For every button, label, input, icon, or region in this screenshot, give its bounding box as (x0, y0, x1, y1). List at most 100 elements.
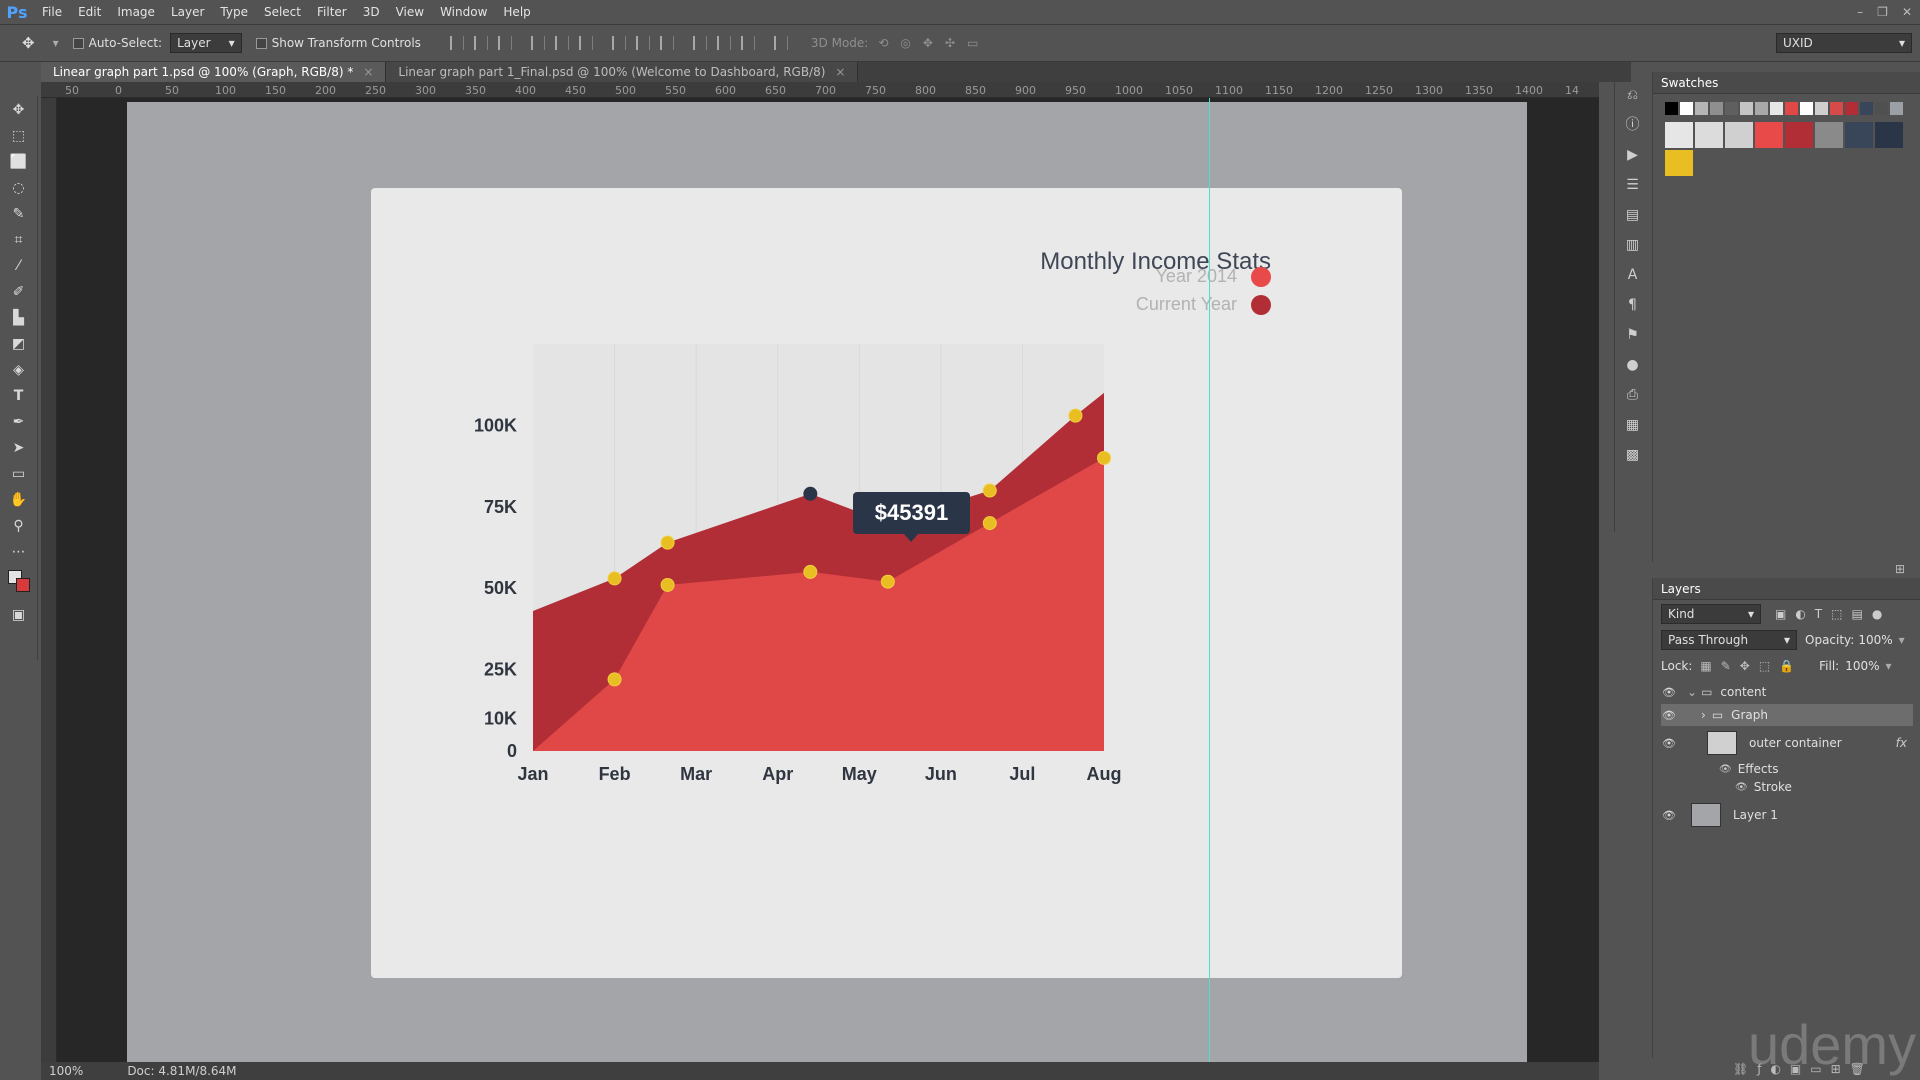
tool-preset-chevron-icon[interactable]: ▾ (53, 36, 59, 50)
info-icon[interactable]: ⓘ (1624, 116, 1642, 134)
swatch-0[interactable] (1665, 102, 1678, 115)
chevron-right-icon[interactable]: › (1701, 708, 1706, 722)
layer-content[interactable]: 👁 ⌄ ▭ content (1661, 682, 1913, 702)
flag-icon[interactable]: ⚑ (1624, 326, 1642, 344)
visibility-eye-icon[interactable]: 👁 (1661, 737, 1677, 750)
color-chips[interactable] (6, 568, 32, 598)
actions-play-icon[interactable]: ▶ (1624, 146, 1642, 164)
visibility-eye-icon[interactable]: 👁 (1661, 709, 1677, 722)
fill-value[interactable]: 100% (1845, 659, 1879, 673)
chevron-down-icon[interactable]: ⌄ (1687, 685, 1697, 699)
menu-type[interactable]: Type (212, 5, 256, 19)
kind-filter-dropdown[interactable]: Kind ▾ (1661, 604, 1761, 624)
workspace-dropdown[interactable]: UXID ▾ (1776, 33, 1912, 53)
swatch-3[interactable] (1710, 102, 1723, 115)
menu-3d[interactable]: 3D (355, 5, 388, 19)
menu-file[interactable]: File (34, 5, 70, 19)
distribute-bottom-icon[interactable] (659, 36, 674, 50)
auto-select-dropdown[interactable]: Layer ▾ (170, 33, 242, 53)
swatch-5[interactable] (1740, 102, 1753, 115)
restore-button[interactable]: ❐ (1877, 5, 1888, 19)
distribute-top-icon[interactable] (611, 36, 626, 50)
swatch-10[interactable] (1815, 102, 1828, 115)
layer-outer-container[interactable]: 👁 outer container fx (1661, 728, 1913, 758)
menu-edit[interactable]: Edit (70, 5, 109, 19)
distribute-vcenter-icon[interactable] (635, 36, 650, 50)
rectangle-tool-icon[interactable]: ▭ (6, 464, 32, 483)
vertical-guide[interactable] (1209, 98, 1210, 1062)
canvas-area[interactable]: 100K 75K 50K 25K 10K 0 Jan Feb Mar Apr May Jun Jul Au… (57, 98, 1599, 1062)
path-select-tool-icon[interactable]: ➤ (6, 438, 32, 457)
menu-filter[interactable]: Filter (309, 5, 355, 19)
swatch-14[interactable] (1875, 102, 1888, 115)
swatch-9[interactable] (1800, 102, 1813, 115)
libraries-icon[interactable]: ▤ (1624, 206, 1642, 224)
properties-icon[interactable]: ▥ (1624, 236, 1642, 254)
menu-select[interactable]: Select (256, 5, 309, 19)
quick-select-tool-icon[interactable]: ✎ (6, 204, 32, 223)
align-bottom-icon[interactable] (497, 36, 512, 50)
layer-layer-1[interactable]: 👁 Layer 1 (1661, 800, 1913, 830)
zoom-level[interactable]: 100% (49, 1064, 83, 1078)
grid-icon[interactable]: ▩ (1624, 446, 1642, 464)
menu-help[interactable]: Help (495, 5, 538, 19)
swatch-15[interactable] (1890, 102, 1903, 115)
swatch-large-6[interactable] (1845, 122, 1873, 148)
clone-source-icon[interactable]: ⎙ (1624, 386, 1642, 404)
filter-type-icons[interactable]: ▣◐T⬚▤● (1775, 607, 1891, 621)
swatch-large-8[interactable] (1665, 150, 1693, 176)
layer-effect-stroke[interactable]: 👁 Stroke (1661, 778, 1913, 796)
paint-bucket-tool-icon[interactable]: ◈ (6, 360, 32, 379)
menu-image[interactable]: Image (109, 5, 163, 19)
stamp-tool-icon[interactable]: ▙ (6, 308, 32, 327)
auto-select-checkbox[interactable] (72, 36, 89, 50)
swatch-large-5[interactable] (1815, 122, 1843, 148)
layer-effects[interactable]: 👁 Effects (1661, 760, 1913, 778)
marquee-tool-icon[interactable]: ⬜ (6, 152, 32, 171)
character-icon[interactable]: A (1624, 266, 1642, 284)
brush-tool-icon[interactable]: ✐ (6, 282, 32, 301)
layer-graph[interactable]: 👁 › ▭ Graph (1661, 704, 1913, 726)
align-vcenter-icon[interactable] (473, 36, 488, 50)
visibility-eye-icon[interactable]: 👁 (1661, 809, 1677, 822)
type-tool-icon[interactable]: T (6, 386, 32, 405)
lasso-tool-icon[interactable]: ◌ (6, 178, 32, 197)
swatch-7[interactable] (1770, 102, 1783, 115)
crop-tool-icon[interactable]: ⌗ (6, 230, 32, 249)
swatch-6[interactable] (1755, 102, 1768, 115)
swatch-12[interactable] (1845, 102, 1858, 115)
swatch-11[interactable] (1830, 102, 1843, 115)
lock-icons[interactable]: ▦✎✥⬚🔒 (1700, 659, 1803, 673)
menu-view[interactable]: View (388, 5, 432, 19)
zoom-tool-icon[interactable]: ⚲ (6, 516, 32, 535)
swatch-large-3[interactable] (1755, 122, 1783, 148)
eyedropper-tool-icon[interactable]: ⁄ (6, 256, 32, 275)
close-tab-icon[interactable]: × (363, 65, 373, 79)
screen-mode-icon[interactable]: ▣ (6, 605, 32, 624)
transform-controls-checkbox[interactable] (255, 36, 272, 50)
background-color-swatch[interactable] (15, 578, 30, 592)
align-right-icon[interactable] (578, 36, 593, 50)
paragraph-icon[interactable]: ¶ (1624, 296, 1642, 314)
artboard-tool-icon[interactable]: ⬚ (6, 126, 32, 145)
chevron-down-icon[interactable]: ▾ (1886, 659, 1892, 673)
swatch-large-1[interactable] (1695, 122, 1723, 148)
move-tool-icon[interactable]: ✥ (22, 34, 35, 52)
blend-mode-dropdown[interactable]: Pass Through ▾ (1661, 630, 1797, 650)
visibility-eye-icon[interactable]: 👁 (1735, 782, 1748, 793)
menu-layer[interactable]: Layer (163, 5, 212, 19)
distribute-hcenter-icon[interactable] (716, 36, 731, 50)
align-left-icon[interactable] (530, 36, 545, 50)
swatch-large-7[interactable] (1875, 122, 1903, 148)
swatch-8[interactable] (1785, 102, 1798, 115)
tab-linear-graph-part1-final[interactable]: Linear graph part 1_Final.psd @ 100% (We… (386, 62, 859, 82)
swatch-1[interactable] (1680, 102, 1693, 115)
menu-window[interactable]: Window (432, 5, 495, 19)
fx-badge[interactable]: fx (1896, 736, 1907, 750)
swatch-large-2[interactable] (1725, 122, 1753, 148)
swatch-2[interactable] (1695, 102, 1708, 115)
swatch-4[interactable] (1725, 102, 1738, 115)
tab-linear-graph-part1[interactable]: Linear graph part 1.psd @ 100% (Graph, R… (41, 62, 387, 82)
hand-tool-icon[interactable]: ✋ (6, 490, 32, 509)
swatch-large-0[interactable] (1665, 122, 1693, 148)
